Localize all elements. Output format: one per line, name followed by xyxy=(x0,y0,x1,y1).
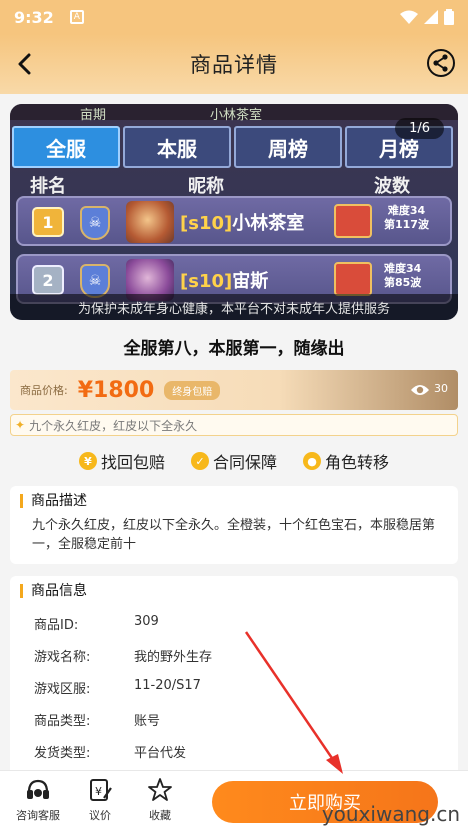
info-value: 平台代发 xyxy=(134,746,187,761)
sim-icon: A xyxy=(69,10,84,24)
wave: 第117波 xyxy=(384,218,429,231)
price-badge: 终身包赔 xyxy=(164,380,221,400)
wifi-icon xyxy=(400,10,418,24)
favorite-label: 收藏 xyxy=(149,809,171,822)
back-button[interactable] xyxy=(8,48,40,80)
guarantee-transfer: ● 角色转移 xyxy=(303,449,389,473)
guarantee-label: 角色转移 xyxy=(325,453,390,472)
skull-shield-icon: ☠ xyxy=(80,206,110,240)
difficulty-info: 难度34 第117波 xyxy=(384,204,429,232)
chevron-left-icon xyxy=(18,53,31,75)
difficulty: 难度34 xyxy=(384,262,422,275)
gallery-top-strip: 亩期 小林茶室 xyxy=(10,104,458,123)
price-label: 商品价格: xyxy=(20,384,68,397)
page-title: 商品详情 xyxy=(190,53,278,77)
flag-icon xyxy=(334,204,372,238)
difficulty-info: 难度34 第85波 xyxy=(384,262,421,290)
info-title: 商品信息 xyxy=(20,584,87,598)
nav-bar: 商品详情 xyxy=(0,34,468,94)
customer-service-button[interactable]: 咨询客服 xyxy=(10,775,66,823)
favorite-button[interactable]: 收藏 xyxy=(132,775,188,823)
flag-icon xyxy=(334,262,372,296)
headset-icon xyxy=(23,775,53,805)
signal-icon xyxy=(424,10,438,24)
info-row: 商品类型: 账号 xyxy=(34,710,160,729)
description-title: 商品描述 xyxy=(20,494,87,508)
edit-document-icon: ¥ xyxy=(85,775,115,805)
tagline: ✦ 九个永久红皮，红皮以下全永久 xyxy=(10,414,458,436)
cut-name-2: 小林茶室 xyxy=(210,108,263,123)
status-time: 9:32 xyxy=(14,7,54,27)
info-key: 商品ID: xyxy=(34,618,79,633)
product-headline: 全服第八，本服第一，随缘出 xyxy=(123,339,345,359)
info-row: 游戏区服: 11-20/S17 xyxy=(34,678,201,697)
tagline-text: 九个永久红皮，红皮以下全永久 xyxy=(29,418,198,433)
guarantee-recovery: ¥ 找回包赔 xyxy=(78,449,165,473)
cut-name-1: 亩期 xyxy=(80,108,107,123)
info-card: 商品信息 商品ID: 309 游戏名称: 我的野外生存 游戏区服: 11-20/S17… xyxy=(10,576,458,776)
image-gallery[interactable]: 亩期 小林茶室 全服 本服 周榜 月榜 排名 昵称 波数 1 ☠ [s10]小林… xyxy=(10,104,458,320)
guarantee-contract: ✓ 合同保障 xyxy=(190,449,277,473)
info-key: 游戏名称: xyxy=(34,650,91,665)
info-value: 11-20/S17 xyxy=(134,678,201,693)
player-nickname: 宙斯 xyxy=(232,271,269,292)
header-waves: 波数 xyxy=(374,176,410,197)
sparkle-icon: ✦ xyxy=(15,418,26,432)
info-row: 游戏名称: 我的野外生存 xyxy=(34,646,212,665)
eye-icon xyxy=(411,385,429,395)
leaderboard-row: 1 ☠ [s10]小林茶室 难度34 第117波 xyxy=(16,196,452,246)
info-value: 账号 xyxy=(134,714,161,729)
watermark: youxiwang.cn xyxy=(321,802,460,826)
bargain-button[interactable]: ¥ 议价 xyxy=(72,775,128,823)
guarantees: ¥ 找回包赔 ✓ 合同保障 ● 角色转移 xyxy=(0,446,468,476)
shield-icon: ✓ xyxy=(190,452,209,470)
rank-badge: 2 xyxy=(32,265,64,295)
info-key: 发货类型: xyxy=(34,746,91,761)
gallery-caption: 为保护未成年身心健康，本平台不对未成年人提供服务 xyxy=(10,294,458,320)
info-value: 我的野外生存 xyxy=(134,650,213,665)
gallery-tabs: 全服 本服 周榜 月榜 xyxy=(12,126,453,168)
yen-coin-icon: ¥ xyxy=(78,452,97,470)
guarantee-label: 找回包赔 xyxy=(100,453,165,472)
info-value: 309 xyxy=(134,614,159,629)
view-count: 30 xyxy=(434,382,448,395)
gallery-tab-server: 本服 xyxy=(123,126,231,168)
avatar xyxy=(126,201,174,243)
price-bar: 商品价格: ¥1800 终身包赔 30 xyxy=(10,370,458,410)
customer-service-label: 咨询客服 xyxy=(16,809,60,822)
price-value: ¥1800 xyxy=(77,377,155,403)
info-key: 游戏区服: xyxy=(34,682,91,697)
guarantee-label: 合同保障 xyxy=(212,453,277,472)
header-nickname: 昵称 xyxy=(188,176,224,197)
bargain-label: 议价 xyxy=(89,809,111,822)
player-nickname: 小林茶室 xyxy=(232,213,305,234)
skull-shield-icon: ☠ xyxy=(80,264,110,298)
difficulty: 难度34 xyxy=(387,204,426,217)
info-row: 商品ID: 309 xyxy=(34,614,159,633)
gallery-tab-week: 周榜 xyxy=(234,126,342,168)
status-bar: 9:32 A xyxy=(0,0,468,34)
gallery-counter: 1/6 xyxy=(395,118,444,139)
player-name: [s10]宙斯 xyxy=(180,267,268,293)
description-text: 九个永久红皮，红皮以下全永久。全橙装，十个红色宝石，本服稳居第一，全服稳定前十 xyxy=(32,518,436,552)
wave: 第85波 xyxy=(384,276,422,289)
svg-text:¥: ¥ xyxy=(95,785,102,798)
player-name: [s10]小林茶室 xyxy=(180,209,304,235)
share-icon xyxy=(427,49,455,77)
share-button[interactable] xyxy=(424,46,458,80)
server-tag: [s10] xyxy=(180,213,233,234)
gallery-table-header: 排名 昵称 波数 xyxy=(10,170,458,198)
star-icon xyxy=(145,775,175,805)
battery-icon xyxy=(444,9,454,25)
description-card: 商品描述 九个永久红皮，红皮以下全永久。全橙装，十个红色宝石，本服稳居第一，全服… xyxy=(10,486,458,564)
rank-badge: 1 xyxy=(32,207,64,237)
gallery-tab-all: 全服 xyxy=(12,126,120,168)
info-row: 发货类型: 平台代发 xyxy=(34,742,186,761)
status-icons xyxy=(400,9,454,25)
user-icon: ● xyxy=(303,452,321,470)
header-rank: 排名 xyxy=(30,176,66,197)
server-tag: [s10] xyxy=(180,271,233,292)
info-key: 商品类型: xyxy=(34,714,91,729)
